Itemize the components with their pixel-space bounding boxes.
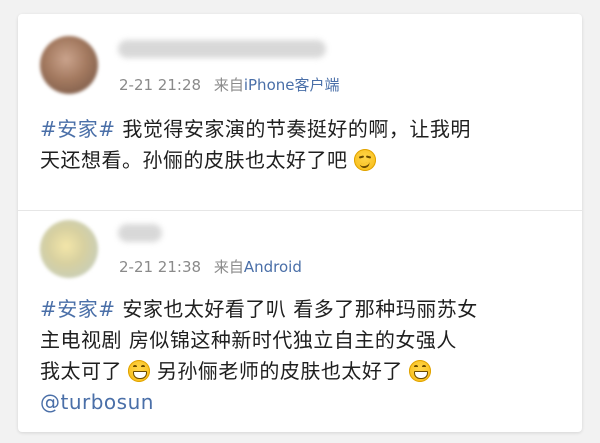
comment-meta: 2-21 21:28 来自iPhone客户端: [119, 74, 339, 95]
source-prefix: 来自: [213, 76, 244, 94]
username-blurred[interactable]: [118, 40, 326, 58]
user-mention[interactable]: @turbosun: [40, 390, 154, 414]
source-link[interactable]: iPhone客户端: [244, 76, 340, 94]
comment-text-segment: 我觉得安家演的节奏挺好的啊，让我明: [115, 117, 471, 141]
comment-line: 我太可了 另孙俪老师的皮肤也太好了: [40, 356, 568, 387]
comment-text: #安家# 我觉得安家演的节奏挺好的啊，让我明 天还想看。孙俪的皮肤也太好了吧: [40, 114, 568, 176]
timestamp: 2-21 21:38: [119, 258, 202, 276]
timestamp: 2-21 21:28: [119, 76, 202, 94]
comment-line: @turbosun: [40, 387, 568, 418]
grinning-face-icon: [128, 360, 150, 382]
avatar[interactable]: [40, 220, 98, 278]
grinning-face-icon: [408, 360, 431, 382]
comment-line: #安家# 安家也太好看了叭 看多了那种玛丽苏女: [40, 294, 568, 325]
comment-item: 2-21 21:28 来自iPhone客户端 #安家# 我觉得安家演的节奏挺好的…: [18, 14, 582, 210]
topic-tag[interactable]: #安家#: [40, 117, 116, 141]
avatar[interactable]: [40, 36, 98, 94]
comment-meta: 2-21 21:38 来自Android: [119, 256, 302, 277]
comment-text-segment: 天还想看。孙俪的皮肤也太好了吧: [40, 148, 348, 172]
username-blurred[interactable]: [118, 224, 162, 242]
topic-tag[interactable]: #安家#: [40, 297, 116, 321]
comment-line: #安家# 我觉得安家演的节奏挺好的啊，让我明: [40, 114, 568, 145]
comment-text-segment: 我太可了: [40, 359, 122, 383]
source-prefix: 来自: [213, 258, 244, 276]
comment-text: #安家# 安家也太好看了叭 看多了那种玛丽苏女 主电视剧 房似锦这种新时代独立自…: [40, 294, 568, 418]
comment-line: 主电视剧 房似锦这种新时代独立自主的女强人: [40, 325, 568, 356]
comment-text-segment: 安家也太好看了叭 看多了那种玛丽苏女: [115, 297, 478, 321]
source-link[interactable]: Android: [244, 258, 302, 276]
weibo-comments-card: 2-21 21:28 来自iPhone客户端 #安家# 我觉得安家演的节奏挺好的…: [18, 14, 582, 432]
comment-text-segment: 另孙俪老师的皮肤也太好了: [150, 359, 403, 383]
smirk-face-icon: [353, 149, 376, 171]
comment-item: 2-21 21:38 来自Android #安家# 安家也太好看了叭 看多了那种…: [18, 210, 582, 432]
comment-text-segment: 主电视剧 房似锦这种新时代独立自主的女强人: [40, 328, 457, 352]
comment-line: 天还想看。孙俪的皮肤也太好了吧: [40, 145, 568, 176]
